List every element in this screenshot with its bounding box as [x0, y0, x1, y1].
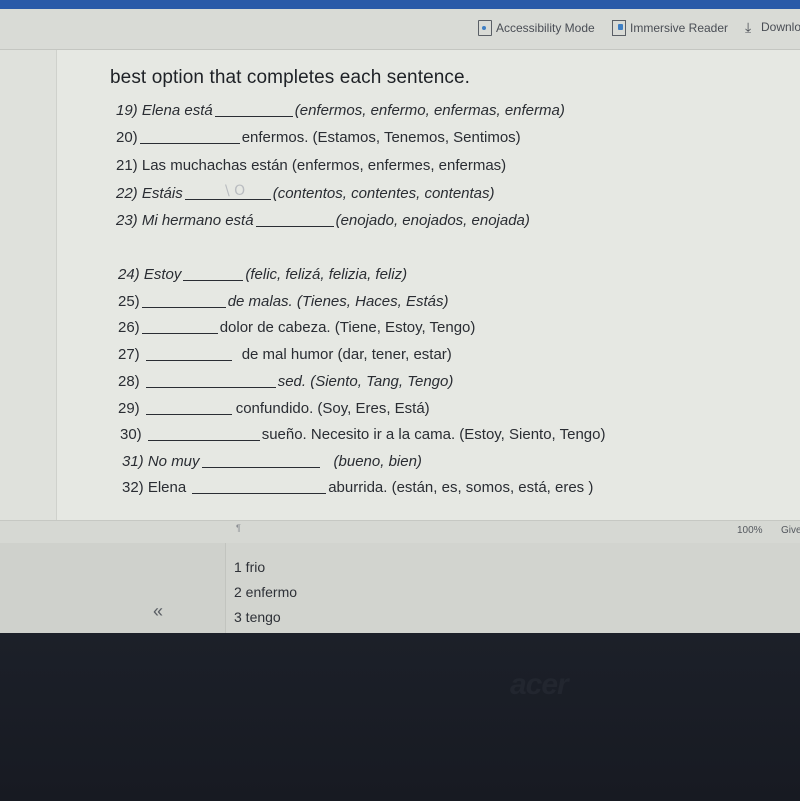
question-text: 28): [118, 373, 140, 390]
question-options: dolor de cabeza. (Tiene, Estoy, Tengo): [219, 319, 476, 336]
question-options: (contentos, contentes, contentas): [272, 185, 495, 202]
document-toolbar: Accessibility Mode Immersive Reader ⤓ Do…: [0, 9, 800, 50]
question-22: 22) Estáis (contentos, contentes, conten…: [116, 185, 495, 202]
answer-panel: « 1 frio 2 enfermo 3 tengo: [0, 543, 800, 633]
question-21: 21) Las muchachas están (enfermos, enfer…: [116, 157, 506, 174]
question-text: 31) No muy: [122, 453, 200, 470]
question-text: 23) Mi hermano está: [116, 212, 254, 229]
question-options: enfermos. (Estamos, Tenemos, Sentimos): [241, 129, 521, 146]
zoom-level[interactable]: 100%: [737, 525, 763, 536]
give-feedback-link[interactable]: Give: [781, 525, 800, 536]
question-options: (bueno, bien): [333, 453, 422, 470]
question-text: 26): [118, 319, 140, 336]
answer-item: 3 tengo: [234, 609, 281, 625]
question-text: 21) Las muchachas están (enfermos, enfer…: [116, 157, 507, 174]
question-options: de malas. (Tienes, Haces, Estás): [227, 293, 449, 310]
question-text: 24) Estoy: [118, 266, 182, 283]
document-area: [0, 50, 800, 520]
handwritten-mark: \ O: [225, 183, 246, 199]
question-27: 27) de mal humor (dar, tener, estar): [118, 346, 452, 363]
question-options: (enfermos, enfermo, enfermas, enferma): [294, 102, 565, 119]
question-28: 28) sed. (Siento, Tang, Tengo): [118, 373, 453, 390]
paragraph-icon: ¶: [236, 523, 241, 533]
answer-blank[interactable]: [214, 115, 293, 117]
question-options: aburrida. (están, es, somos, está, eres …: [328, 479, 594, 496]
answer-blank[interactable]: [139, 142, 240, 144]
answer-blank[interactable]: [201, 466, 320, 468]
question-options: (felic, felizá, felizia, feliz): [245, 266, 408, 283]
collapse-panel-icon[interactable]: «: [153, 601, 163, 622]
question-text: 29): [118, 400, 140, 417]
question-23: 23) Mi hermano está (enojado, enojados, …: [116, 212, 530, 229]
answer-item: 2 enfermo: [234, 584, 298, 600]
question-text: 27): [118, 346, 140, 363]
immersive-reader-icon: [612, 20, 626, 36]
accessibility-mode-label: Accessibility Mode: [496, 21, 595, 35]
question-text: 22) Estáis: [116, 185, 183, 202]
download-label: Downlo: [761, 20, 800, 34]
answer-item: 1 frio: [234, 559, 266, 575]
document-page: [56, 50, 800, 520]
question-24: 24) Estoy (felic, felizá, felizia, feliz…: [118, 266, 407, 283]
status-bar: ¶ 100% Give: [0, 520, 800, 543]
question-options: (enojado, enojados, enojada): [335, 212, 530, 229]
question-32: 32) Elena aburrida. (están, es, somos, e…: [122, 479, 593, 496]
answer-blank[interactable]: [145, 413, 232, 415]
immersive-reader-label: Immersive Reader: [630, 21, 729, 35]
panel-sidebar: «: [0, 543, 226, 633]
question-20: 20) enfermos. (Estamos, Tenemos, Sentimo…: [116, 129, 521, 146]
answer-blank[interactable]: [145, 359, 232, 361]
laptop-bezel: [0, 633, 800, 801]
answer-blank[interactable]: [145, 386, 276, 388]
answer-blank[interactable]: [192, 492, 327, 494]
answer-blank[interactable]: [183, 279, 244, 281]
immersive-reader-button[interactable]: Immersive Reader: [612, 20, 728, 36]
answer-blank[interactable]: [255, 225, 334, 227]
accessibility-icon: [478, 20, 492, 36]
accessibility-mode-button[interactable]: Accessibility Mode: [478, 20, 595, 36]
question-text: 19) Elena está: [116, 102, 213, 119]
question-25: 25) de malas. (Tienes, Haces, Estás): [118, 293, 448, 310]
answer-blank[interactable]: [141, 306, 226, 308]
question-options: sueño. Necesito ir a la cama. (Estoy, Si…: [261, 426, 606, 443]
question-text: 20): [116, 129, 138, 146]
instructions-heading: best option that completes each sentence…: [110, 67, 471, 88]
question-29: 29) confundido. (Soy, Eres, Está): [118, 400, 430, 417]
question-text: 30): [120, 426, 142, 443]
answer-blank[interactable]: [141, 332, 218, 334]
answer-blank[interactable]: [147, 439, 260, 441]
download-button[interactable]: ⤓ Downlo: [745, 20, 800, 34]
browser-top-bar: [0, 0, 800, 9]
question-19: 19) Elena está (enfermos, enfermo, enfer…: [116, 102, 565, 119]
question-26: 26) dolor de cabeza. (Tiene, Estoy, Teng…: [118, 319, 475, 336]
question-options: de mal humor (dar, tener, estar): [241, 346, 452, 363]
question-text: 32) Elena: [122, 479, 187, 496]
question-text: 25): [118, 293, 140, 310]
question-options: confundido. (Soy, Eres, Está): [235, 400, 430, 417]
question-options: sed. (Siento, Tang, Tengo): [277, 373, 454, 390]
brand-logo: acer: [510, 668, 569, 701]
download-icon: ⤓: [745, 19, 752, 35]
question-30: 30) sueño. Necesito ir a la cama. (Estoy…: [120, 426, 605, 443]
question-31: 31) No muy (bueno, bien): [122, 453, 422, 470]
